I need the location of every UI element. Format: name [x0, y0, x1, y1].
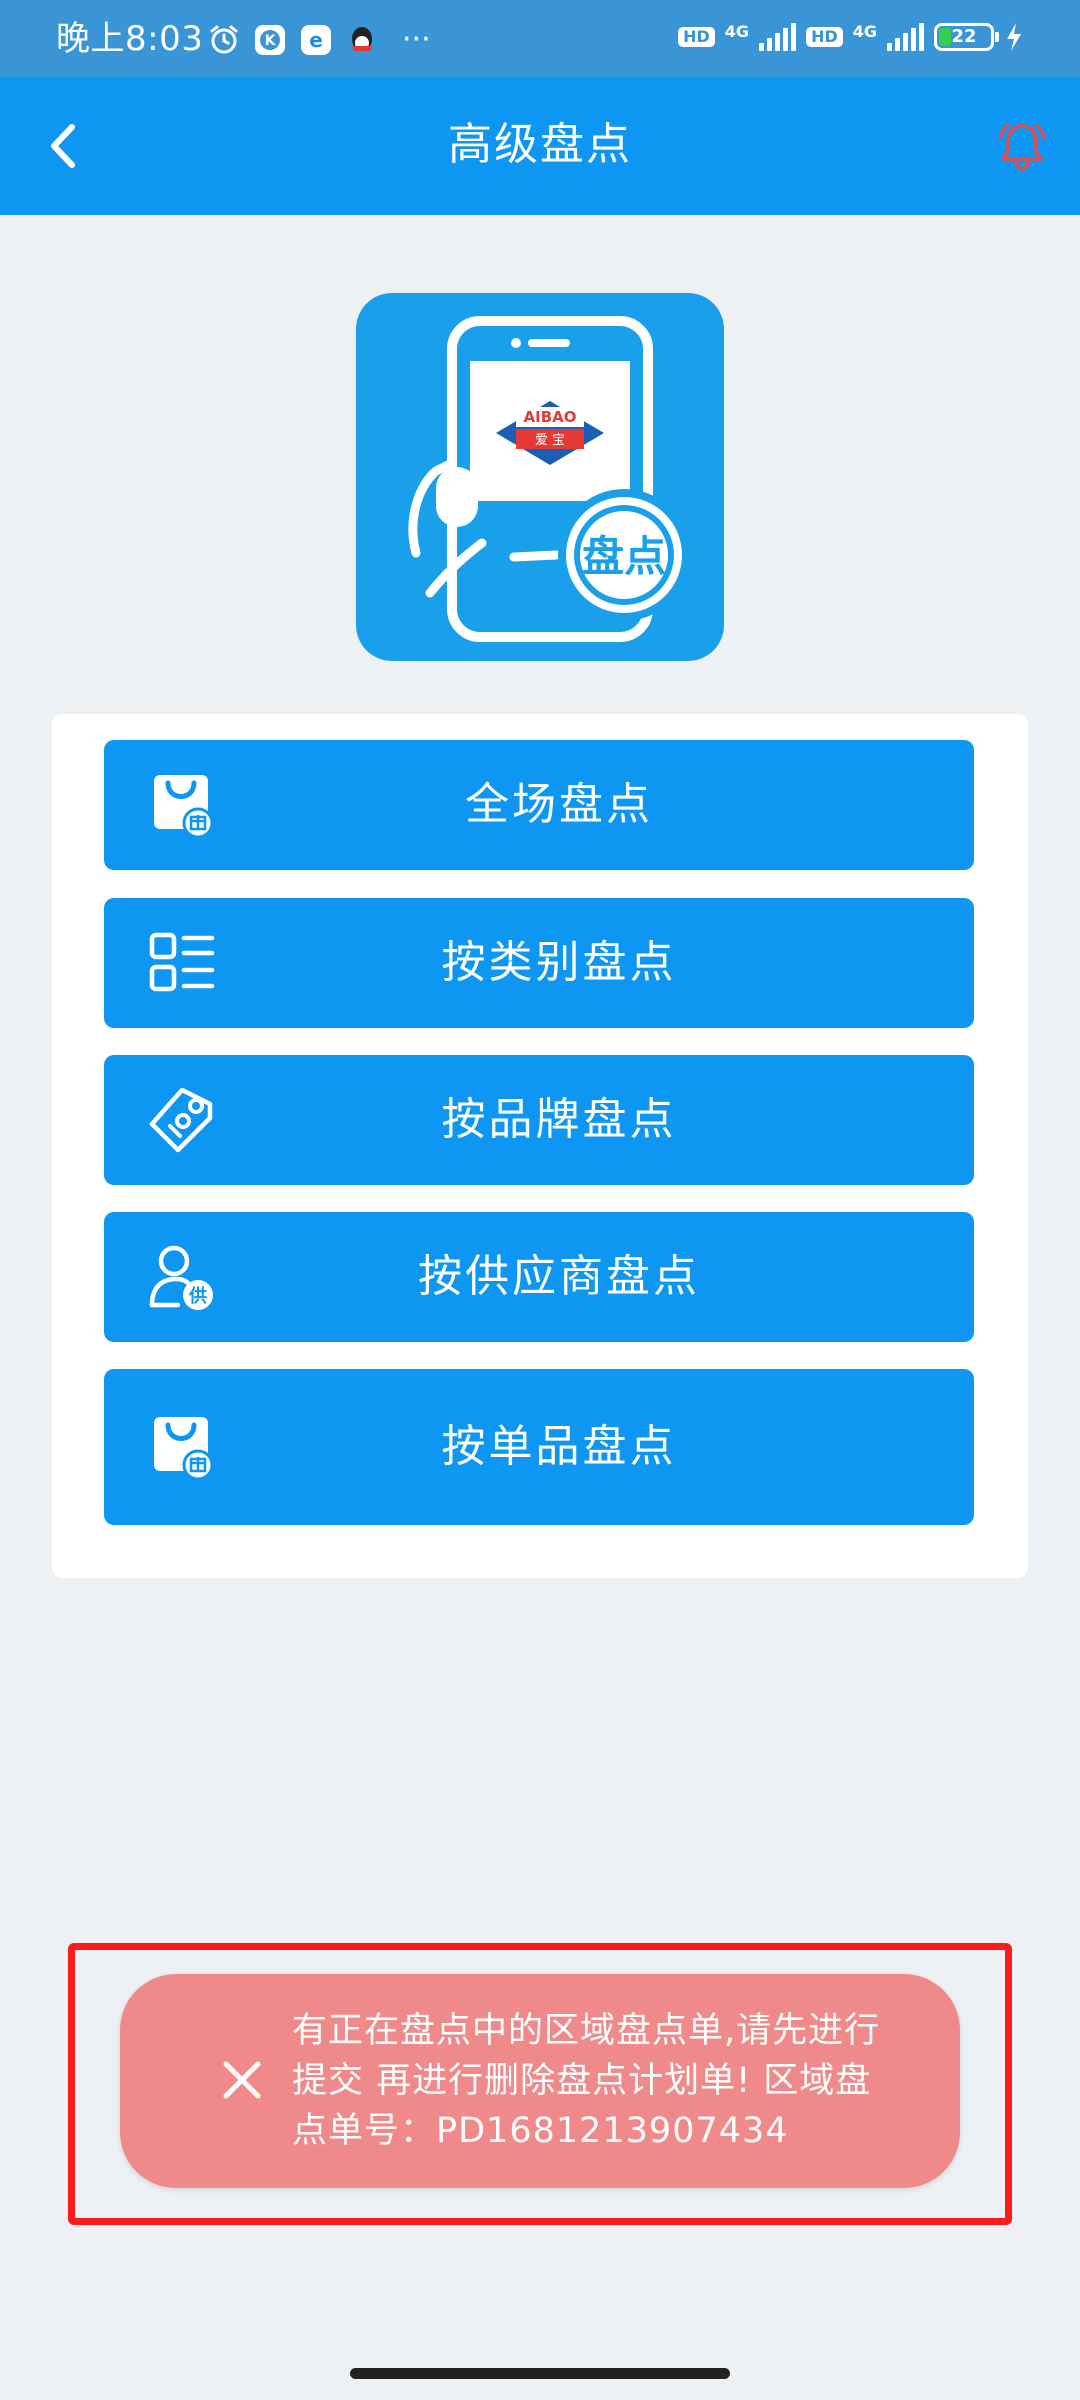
toast-close-button[interactable]: [216, 2054, 268, 2106]
battery-level: 22: [951, 26, 977, 47]
logo-brand-text: AIBAO: [524, 408, 577, 426]
brand-inventory-button[interactable]: 按品牌盘点: [104, 1055, 974, 1185]
signal-strength-icon-1: [759, 23, 797, 51]
qq-app-icon: [352, 27, 372, 51]
brand-inventory-label: 按品牌盘点: [441, 1094, 677, 1145]
status-notification-icons: K e ···: [208, 24, 431, 56]
status-time: 晚上8:03: [56, 19, 204, 59]
single-item-inventory-button[interactable]: 按单品盘点: [104, 1369, 974, 1525]
charging-bolt-icon: [1007, 23, 1021, 51]
logo-badge-text: 盘点: [582, 532, 666, 581]
inventory-menu-panel: 全场盘点 按类别盘点 按品牌盘点 供 按供应商盘点 按单品盘点: [52, 714, 1028, 1578]
battery-icon: 22: [934, 23, 999, 51]
bell-icon: [998, 123, 1046, 171]
alarm-clock-icon: [210, 25, 238, 54]
supplier-inventory-button[interactable]: 供 按供应商盘点: [104, 1212, 974, 1342]
signal-strength-icon-2: [887, 23, 924, 51]
error-toast: 有正在盘点中的区域盘点单,请先进行提交 再进行删除盘点计划单! 区域盘点单号：P…: [120, 1974, 960, 2188]
browser-app-icon: e: [301, 25, 331, 55]
phone-inventory-logo-icon: AIBAO 爱 宝 盘点: [408, 316, 690, 642]
network-type-1: 4G: [724, 21, 750, 41]
single-item-inventory-label: 按单品盘点: [441, 1421, 677, 1472]
supplier-inventory-label: 按供应商盘点: [418, 1251, 700, 1302]
full-inventory-button[interactable]: 全场盘点: [104, 740, 974, 870]
more-notifications-icon: ···: [402, 22, 431, 57]
hd-badge-2: HD: [806, 27, 843, 47]
full-inventory-label: 全场盘点: [465, 779, 653, 830]
svg-text:e: e: [309, 28, 323, 52]
toast-message: 有正在盘点中的区域盘点单,请先进行提交 再进行删除盘点计划单! 区域盘点单号：P…: [292, 2011, 881, 2151]
notification-bell-button[interactable]: [994, 118, 1050, 174]
app-header: 高级盘点: [0, 77, 1080, 215]
close-icon: [223, 2061, 261, 2099]
app-logo: AIBAO 爱 宝 盘点: [356, 293, 724, 661]
status-bar: 晚上8:03 K e ··· HD 4G HD 4G 22: [0, 0, 1080, 77]
network-type-2: 4G: [852, 21, 877, 41]
page-title: 高级盘点: [448, 119, 632, 170]
category-inventory-button[interactable]: 按类别盘点: [104, 898, 974, 1028]
k-app-icon: K: [255, 25, 285, 55]
logo-brand-cn: 爱 宝: [535, 433, 565, 448]
svg-text:K: K: [265, 33, 277, 49]
hd-badge-1: HD: [678, 27, 715, 47]
home-indicator[interactable]: [350, 2368, 730, 2379]
category-inventory-label: 按类别盘点: [441, 937, 677, 988]
status-system-icons: HD 4G HD 4G 22: [678, 22, 1024, 52]
